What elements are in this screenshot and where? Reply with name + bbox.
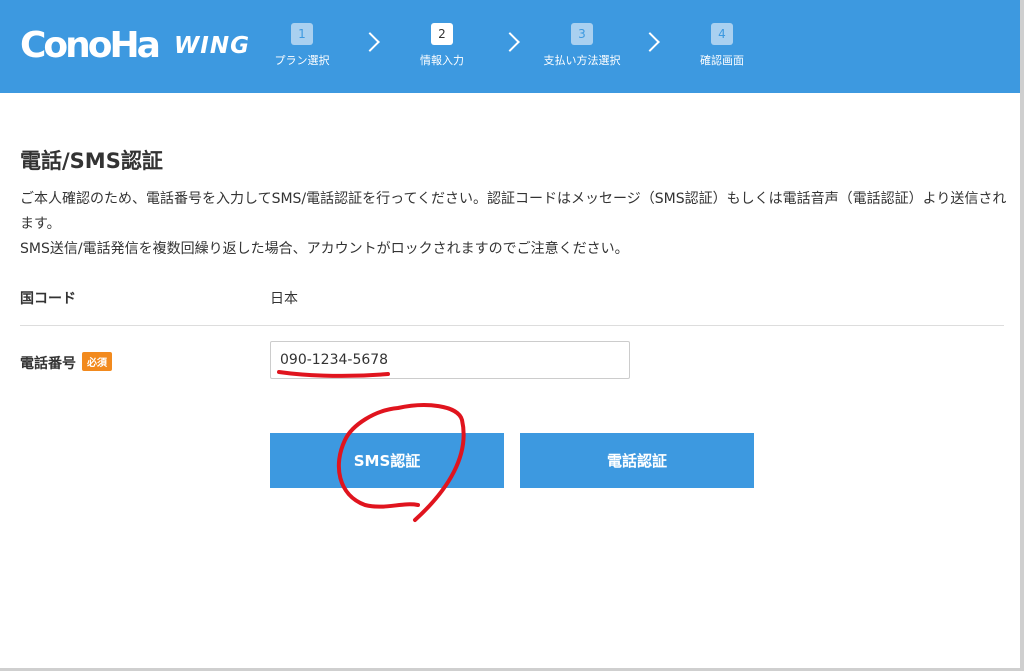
step-info-input: 2 情報入力 bbox=[382, 23, 502, 68]
description: ご本人確認のため、電話番号を入力してSMS/電話認証を行ってください。認証コード… bbox=[20, 187, 1010, 262]
step-label: 情報入力 bbox=[420, 54, 464, 67]
phone-number-label-text: 電話番号 bbox=[20, 356, 76, 372]
header-bar: ConoHa WING 1 プラン選択 2 情報入力 3 支払い方法選択 4 確… bbox=[0, 0, 1020, 93]
step-label: 支払い方法選択 bbox=[543, 54, 621, 67]
step-payment-method: 3 支払い方法選択 bbox=[522, 23, 642, 68]
step-number: 3 bbox=[571, 23, 593, 45]
page-title: 電話/SMS認証 bbox=[20, 149, 163, 173]
phone-number-input[interactable] bbox=[270, 341, 630, 379]
logo-text: ConoHa bbox=[20, 25, 161, 66]
step-number: 2 bbox=[431, 23, 453, 45]
chevron-right-icon bbox=[640, 32, 660, 52]
step-label: プラン選択 bbox=[274, 54, 330, 67]
step-plan-selection: 1 プラン選択 bbox=[242, 23, 362, 68]
step-confirmation: 4 確認画面 bbox=[662, 23, 782, 68]
description-line: SMS送信/電話発信を複数回繰り返した場合、アカウントがロックされますのでご注意… bbox=[20, 241, 629, 257]
chevron-right-icon bbox=[360, 32, 380, 52]
conoha-wing-logo[interactable]: ConoHa WING bbox=[20, 24, 250, 68]
country-code-label: 国コード bbox=[20, 291, 76, 307]
red-annotation-overlay bbox=[277, 370, 466, 522]
country-code-value: 日本 bbox=[270, 291, 298, 307]
divider bbox=[20, 325, 1004, 326]
logo-subtext: WING bbox=[173, 33, 250, 59]
sms-auth-button[interactable]: SMS認証 bbox=[270, 433, 504, 488]
page-frame: ConoHa WING 1 プラン選択 2 情報入力 3 支払い方法選択 4 確… bbox=[0, 0, 1024, 671]
chevron-right-icon bbox=[500, 32, 520, 52]
description-line: ご本人確認のため、電話番号を入力してSMS/電話認証を行ってください。認証コード… bbox=[20, 191, 1007, 232]
phone-number-label: 電話番号 必須 bbox=[20, 352, 112, 373]
required-badge: 必須 bbox=[82, 352, 112, 371]
step-number: 1 bbox=[291, 23, 313, 45]
step-number: 4 bbox=[711, 23, 733, 45]
step-label: 確認画面 bbox=[700, 54, 744, 67]
call-auth-button[interactable]: 電話認証 bbox=[520, 433, 754, 488]
